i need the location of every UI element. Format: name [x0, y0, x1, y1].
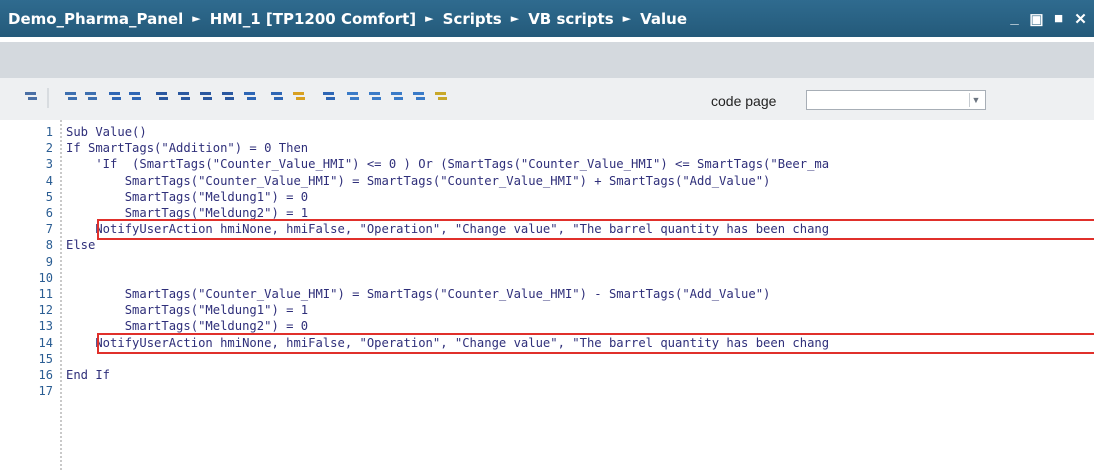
line-number: 7: [45, 222, 53, 237]
breadcrumb-scripts[interactable]: Scripts: [443, 10, 502, 28]
line-number: 1: [45, 125, 53, 139]
syntax-check-icon[interactable]: [270, 90, 284, 104]
outdent-icon[interactable]: [84, 90, 98, 104]
insert-4-icon[interactable]: [434, 90, 448, 104]
bookmark-next-icon[interactable]: [199, 90, 213, 104]
chevron-down-icon[interactable]: ▼: [969, 93, 982, 107]
minimize-icon[interactable]: _: [1007, 10, 1022, 27]
code-line[interactable]: End If: [66, 367, 110, 383]
line-number: 8: [45, 238, 53, 253]
highlight-box: [97, 332, 1094, 354]
line-number: 5: [45, 189, 53, 204]
bookmark-clear-icon[interactable]: [221, 90, 235, 104]
float-window-icon[interactable]: ▣: [1029, 10, 1044, 28]
line-number: 14: [38, 335, 53, 350]
bookmark-prev-icon[interactable]: [177, 90, 191, 104]
breadcrumb-separator-icon: ►: [425, 12, 434, 25]
breadcrumb-separator-icon: ►: [510, 12, 520, 25]
code-line[interactable]: SmartTags("Counter_Value_HMI") = SmartTa…: [66, 173, 771, 189]
line-number: 15: [38, 351, 53, 366]
toolbar-icons: [24, 88, 448, 108]
code-line[interactable]: If SmartTags("Addition") = 0 Then: [66, 140, 308, 156]
window-controls: _ ▣ ■ ✕: [1007, 0, 1088, 37]
line-number: 6: [45, 206, 53, 220]
code-editor[interactable]: 1 2 3 4 5 6 7 8 9 10 11 12 13 14 15 16 17 Sub Value() If …: [0, 120, 1094, 470]
goto-line-icon[interactable]: [243, 90, 257, 104]
comment-icon[interactable]: [108, 90, 122, 104]
maximize-icon[interactable]: ■: [1051, 10, 1066, 27]
insert-2-icon[interactable]: [390, 90, 404, 104]
line-number: 13: [38, 319, 53, 334]
line-number: 10: [38, 270, 53, 285]
highlight-box: [97, 219, 1094, 241]
code-line[interactable]: 'If (SmartTags("Counter_Value_HMI") <= 0…: [66, 156, 829, 172]
breadcrumb-project[interactable]: Demo_Pharma_Panel: [8, 10, 183, 28]
line-number-gutter: 1 2 3 4 5 6 7 8 9 10 11 12 13 14 15 16 17: [0, 120, 60, 470]
line-number: 12: [38, 303, 53, 318]
show-tag-icon[interactable]: [24, 90, 38, 104]
line-number: 16: [38, 368, 53, 382]
line-number: 17: [38, 384, 53, 399]
snippet-icon[interactable]: [322, 90, 336, 104]
code-line[interactable]: SmartTags("Meldung1") = 1: [66, 302, 308, 318]
breadcrumb-vb-scripts[interactable]: VB scripts: [528, 10, 613, 28]
breakpoint-icon[interactable]: [292, 90, 306, 104]
gutter-divider: [60, 120, 62, 470]
breadcrumb-separator-icon: ►: [192, 12, 201, 25]
code-line[interactable]: Sub Value(): [66, 124, 147, 140]
indent-icon[interactable]: [64, 90, 78, 104]
breadcrumb-device[interactable]: HMI_1 [TP1200 Comfort]: [210, 10, 416, 28]
close-icon[interactable]: ✕: [1073, 10, 1088, 28]
library-icon[interactable]: [346, 90, 360, 104]
line-number: 4: [45, 173, 53, 188]
code-line[interactable]: Else: [66, 237, 95, 253]
breadcrumb: Demo_Pharma_Panel ► HMI_1 [TP1200 Comfor…: [8, 0, 687, 37]
header-band: [0, 42, 1094, 78]
insert-1-icon[interactable]: [368, 90, 382, 104]
title-bar: Demo_Pharma_Panel ► HMI_1 [TP1200 Comfor…: [0, 0, 1094, 37]
code-page-select[interactable]: ▼: [806, 90, 986, 110]
code-line[interactable]: SmartTags("Counter_Value_HMI") = SmartTa…: [66, 286, 771, 302]
uncomment-icon[interactable]: [128, 90, 142, 104]
line-number: 11: [38, 287, 53, 301]
line-number: 2: [45, 141, 53, 156]
bookmark-toggle-icon[interactable]: [155, 90, 169, 104]
line-number: 3: [45, 157, 53, 172]
breadcrumb-value[interactable]: Value: [640, 10, 687, 28]
code-line[interactable]: SmartTags("Meldung1") = 0: [66, 189, 308, 205]
insert-3-icon[interactable]: [412, 90, 426, 104]
code-page-label: code page: [711, 93, 777, 109]
line-number: 9: [45, 254, 53, 269]
breadcrumb-separator-icon: ►: [622, 12, 632, 25]
